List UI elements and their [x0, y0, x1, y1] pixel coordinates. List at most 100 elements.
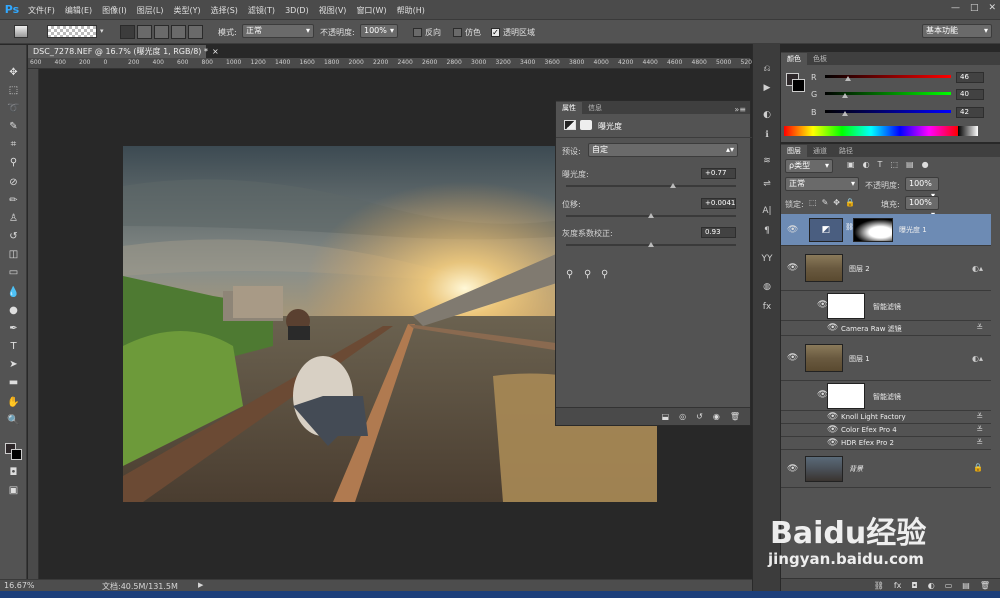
visibility-eye-icon[interactable]: 👁	[827, 323, 838, 333]
menu-window[interactable]: 窗口(W)	[356, 5, 386, 16]
background-color-swatch[interactable]	[11, 449, 22, 460]
new-group-icon[interactable]: ▭	[945, 581, 953, 590]
actions-play-icon[interactable]: ▶	[759, 81, 775, 95]
preset-select[interactable]: 自定 ▴▾	[588, 143, 738, 157]
menu-type[interactable]: 类型(Y)	[173, 5, 200, 16]
dither-checkbox[interactable]	[453, 28, 462, 37]
background-color-chip[interactable]	[792, 79, 805, 92]
quick-select-tool-icon[interactable]: ✎	[5, 119, 22, 134]
gamma-input[interactable]: 0.93	[701, 227, 736, 238]
r-input[interactable]: 46	[956, 72, 984, 83]
shape-tool-icon[interactable]: ▬	[5, 375, 22, 390]
layer-filter-select[interactable]: ρ类型 ▾	[785, 159, 833, 173]
eyedropper-tool-icon[interactable]: ⚲	[5, 155, 22, 170]
visibility-icon[interactable]: ◉	[713, 412, 720, 421]
filter-options-icon[interactable]: ≚	[976, 412, 983, 421]
transparency-checkbox[interactable]: ✓	[491, 28, 500, 37]
history-brush-icon[interactable]: ↺	[5, 229, 22, 244]
path-select-icon[interactable]: ➤	[5, 357, 22, 372]
chevron-down-icon[interactable]: ▾	[100, 27, 104, 35]
lock-transparency-icon[interactable]: ⬚	[809, 198, 817, 207]
visibility-eye-icon[interactable]: 👁	[787, 263, 798, 273]
gradient-tool-icon[interactable]: ▭	[5, 265, 22, 280]
smart-filter-indicator-icon[interactable]: ◐▴	[972, 264, 983, 273]
workspace-select[interactable]: 基本功能 ▾	[922, 24, 992, 38]
delete-icon[interactable]: 🗑	[730, 412, 740, 421]
tab-layers[interactable]: 图层	[781, 145, 807, 157]
filter-options-icon[interactable]: ≚	[976, 438, 983, 447]
gray-eyedropper-icon[interactable]: ⚲	[584, 269, 591, 280]
r-slider-thumb[interactable]	[844, 76, 851, 81]
g-slider-thumb[interactable]	[842, 93, 849, 98]
new-layer-icon[interactable]: ▤	[962, 581, 970, 590]
link-layers-icon[interactable]: ⛓	[874, 581, 884, 590]
healing-brush-icon[interactable]: ⊘	[5, 175, 22, 190]
zoom-tool-icon[interactable]: 🔍	[5, 413, 22, 428]
layer-row-background[interactable]: 👁 背景 🔒	[781, 450, 991, 488]
brush-presets-icon[interactable]: ≋	[759, 154, 775, 168]
mask-thumbnail[interactable]	[853, 218, 893, 242]
tab-channels[interactable]: 通道	[807, 145, 833, 157]
filter-row-color-efex[interactable]: 👁 Color Efex Pro 4 ≚	[781, 424, 991, 437]
view-previous-icon[interactable]: ◎	[679, 412, 686, 421]
brush-tool-icon[interactable]: ✏	[5, 193, 22, 208]
gamma-slider-thumb[interactable]	[648, 242, 654, 247]
blend-mode-select[interactable]: 正常 ▾	[785, 177, 859, 191]
crop-tool-icon[interactable]: ⌗	[5, 137, 22, 152]
lasso-tool-icon[interactable]: ➰	[5, 101, 22, 116]
gradient-picker[interactable]	[47, 25, 97, 38]
quick-mask-icon[interactable]: ◘	[5, 465, 22, 480]
layer-opacity-input[interactable]: 100%▾	[905, 177, 939, 200]
tool-preset-icon[interactable]	[14, 25, 28, 38]
menu-file[interactable]: 文件(F)	[28, 5, 55, 16]
menu-edit[interactable]: 编辑(E)	[65, 5, 92, 16]
close-icon[interactable]: ×	[212, 47, 219, 56]
layer-row-smart-filter-b[interactable]: 👁 智能滤镜	[781, 381, 991, 411]
filter-row-hdr-efex[interactable]: 👁 HDR Efex Pro 2 ≚	[781, 437, 991, 450]
reflected-gradient-icon[interactable]	[171, 25, 186, 39]
reset-icon[interactable]: ↺	[696, 412, 703, 421]
fill-input[interactable]: 100%▾	[905, 196, 939, 219]
move-tool-icon[interactable]: ✥	[5, 65, 22, 80]
dodge-tool-icon[interactable]: ●	[5, 303, 22, 318]
menu-view[interactable]: 视图(V)	[319, 5, 347, 16]
color-spectrum[interactable]	[784, 126, 958, 136]
pixel-filter-icon[interactable]: ▣	[847, 160, 855, 169]
tab-properties[interactable]: 属性	[556, 102, 582, 114]
filter-options-icon[interactable]: ≚	[976, 425, 983, 434]
history-icon[interactable]: ⎌	[759, 62, 775, 76]
type-tool-icon[interactable]: T	[5, 339, 22, 354]
white-eyedropper-icon[interactable]: ⚲	[601, 269, 608, 280]
smart-filter-indicator-icon[interactable]: ◐▴	[972, 354, 983, 363]
filter-toggle-icon[interactable]: ●	[922, 160, 929, 169]
lock-pixels-icon[interactable]: ✎	[822, 198, 829, 207]
g-input[interactable]: 40	[956, 89, 984, 100]
marquee-tool-icon[interactable]: ⬚	[5, 83, 22, 98]
layer-row-layer2[interactable]: 👁 图层 2 ◐▴	[781, 246, 991, 291]
fx-icon[interactable]: fx	[759, 300, 775, 314]
filter-options-icon[interactable]: ≚	[976, 323, 983, 332]
glyphs-icon[interactable]: YY	[759, 252, 775, 266]
radial-gradient-icon[interactable]	[137, 25, 152, 39]
tab-color[interactable]: 颜色	[781, 53, 807, 65]
document-tab[interactable]: DSC_7278.NEF @ 16.7% (曝光度 1, RGB/8) * ×	[28, 45, 219, 58]
layer-row-smart-filter-a[interactable]: 👁 智能滤镜	[781, 291, 991, 321]
visibility-eye-icon[interactable]: 👁	[827, 438, 838, 448]
type-filter-icon[interactable]: T	[878, 160, 883, 169]
eraser-tool-icon[interactable]: ◫	[5, 247, 22, 262]
menu-select[interactable]: 选择(S)	[211, 5, 238, 16]
visibility-eye-icon[interactable]: 👁	[827, 425, 838, 435]
styles-icon[interactable]: ◍	[759, 280, 775, 294]
angle-gradient-icon[interactable]	[154, 25, 169, 39]
tab-paths[interactable]: 路径	[833, 145, 859, 157]
offset-input[interactable]: +0.0041	[701, 198, 736, 209]
clone-stamp-icon[interactable]: ♙	[5, 211, 22, 226]
b-input[interactable]: 42	[956, 107, 984, 118]
minimize-button[interactable]: —	[951, 3, 960, 13]
clip-to-layer-icon[interactable]: ⬓	[662, 412, 670, 421]
diamond-gradient-icon[interactable]	[188, 25, 203, 39]
new-adjustment-icon[interactable]: ◐	[928, 581, 935, 590]
exposure-slider-track[interactable]	[566, 185, 736, 187]
blur-tool-icon[interactable]: 💧	[5, 285, 22, 300]
fx-icon[interactable]: fx	[894, 581, 902, 590]
